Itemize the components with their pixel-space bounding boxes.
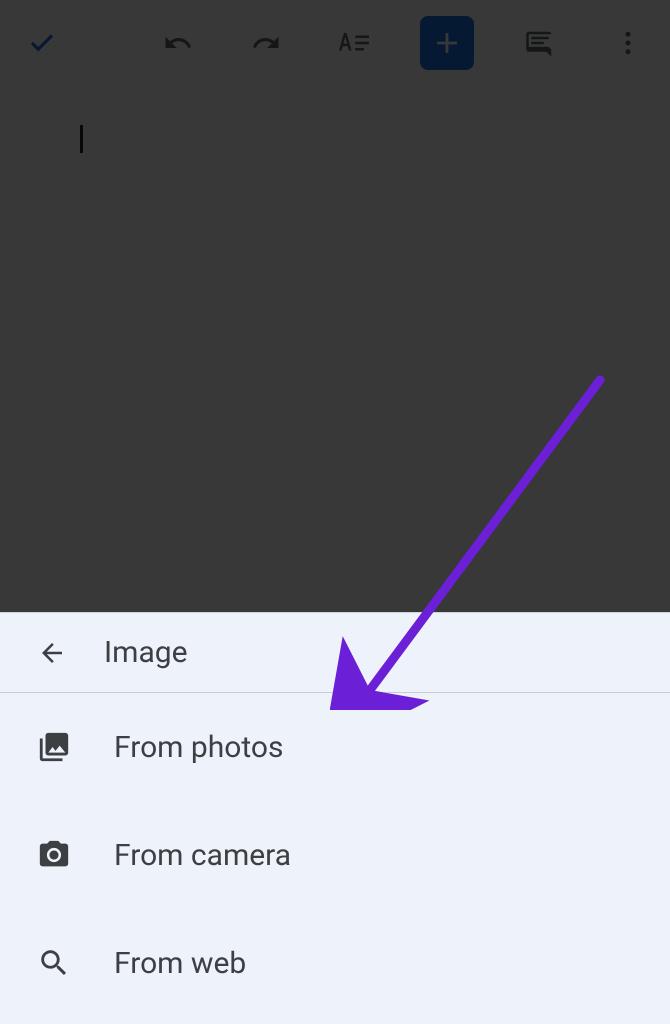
photos-icon [36, 729, 72, 765]
option-label: From camera [114, 838, 291, 873]
option-from-photos[interactable]: From photos [0, 693, 670, 801]
sheet-options: From photos From camera From web [0, 693, 670, 1017]
camera-icon [36, 837, 72, 873]
option-label: From photos [114, 730, 284, 765]
option-from-web[interactable]: From web [0, 909, 670, 1017]
insert-image-sheet: Image From photos From camera From web [0, 612, 670, 1024]
search-icon [36, 945, 72, 981]
back-button[interactable] [32, 633, 72, 673]
sheet-title: Image [104, 635, 188, 670]
modal-scrim[interactable] [0, 0, 670, 612]
option-from-camera[interactable]: From camera [0, 801, 670, 909]
option-label: From web [114, 946, 246, 981]
app-screen: Image From photos From camera From web [0, 0, 670, 1024]
sheet-header: Image [0, 613, 670, 693]
arrow-left-icon [37, 638, 67, 668]
